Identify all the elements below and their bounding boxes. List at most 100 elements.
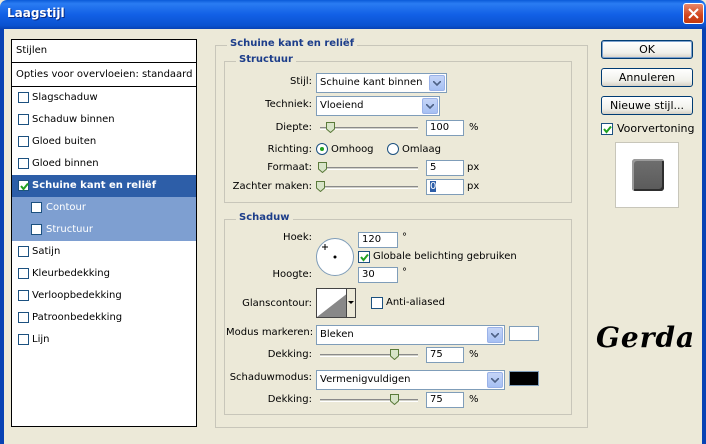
style-item-label: Gloed buiten <box>32 136 97 147</box>
richting-up-radio[interactable] <box>316 143 328 155</box>
style-item-11[interactable]: Lijn <box>12 329 196 351</box>
preview-label: Voorvertoning <box>617 122 695 135</box>
diepte-slider-thumb[interactable] <box>325 122 335 133</box>
chevron-down-icon <box>487 327 503 343</box>
hoek-input[interactable]: 120 <box>358 232 398 248</box>
style-item-checkbox[interactable] <box>18 114 29 125</box>
zachter-input[interactable]: 0 <box>426 179 464 195</box>
style-item-checkbox[interactable] <box>18 180 29 191</box>
window-frame-left <box>0 29 4 444</box>
stijl-label: Stijl: <box>290 76 312 87</box>
gerda-logo: Gerda <box>596 321 696 354</box>
dekking2-input[interactable]: 75 <box>426 392 464 408</box>
style-preview <box>615 142 679 208</box>
zachter-slider-thumb[interactable] <box>316 181 325 192</box>
style-list-header-stijlen[interactable]: Stijlen <box>12 40 196 62</box>
dekking1-input[interactable]: 75 <box>426 347 464 363</box>
techniek-select[interactable]: Vloeiend <box>316 96 440 116</box>
structure-group-title: Structuur <box>236 54 296 65</box>
zachter-slider-track[interactable] <box>320 186 418 189</box>
new-style-button[interactable]: Nieuwe stijl... <box>601 96 693 115</box>
ok-button[interactable]: OK <box>601 40 693 59</box>
dekking1-slider-track[interactable] <box>320 354 418 357</box>
title-bar: Laagstijl <box>0 0 706 29</box>
diepte-unit: % <box>469 122 479 133</box>
angle-dial-indicator <box>322 244 337 259</box>
style-list-blending-options[interactable]: Opties voor overvloeien: standaard <box>12 64 196 86</box>
diepte-label: Diepte: <box>275 122 312 133</box>
style-item-checkbox[interactable] <box>18 246 29 257</box>
style-item-9[interactable]: Verloopbedekking <box>12 285 196 307</box>
style-item-checkbox[interactable] <box>18 290 29 301</box>
style-item-checkbox[interactable] <box>18 334 29 345</box>
cancel-button[interactable]: Annuleren <box>601 68 693 87</box>
style-item-label: Schaduw binnen <box>32 114 115 125</box>
formaat-slider-thumb[interactable] <box>317 162 327 173</box>
style-item-3[interactable]: Gloed binnen <box>12 153 196 175</box>
shadow-color-swatch[interactable] <box>509 371 539 386</box>
style-item-checkbox[interactable] <box>18 92 29 103</box>
diepte-input[interactable]: 100 <box>426 120 464 136</box>
style-item-0[interactable]: Slagschaduw <box>12 87 196 109</box>
hoogte-input[interactable]: 30 <box>358 267 398 283</box>
anti-aliased-label: Anti-aliased <box>386 297 446 308</box>
schaduwmodus-label: Schaduwmodus: <box>229 372 312 383</box>
richting-down-label: Omlaag <box>402 144 441 155</box>
dekking1-unit: % <box>469 349 479 360</box>
highlight-mode-select[interactable]: Bleken <box>316 325 505 345</box>
dekking2-slider-track[interactable] <box>320 399 418 402</box>
window-title: Laagstijl <box>7 6 65 20</box>
style-item-label: Satijn <box>32 246 61 257</box>
techniek-label: Techniek: <box>265 99 312 110</box>
style-item-checkbox[interactable] <box>31 202 42 213</box>
style-item-checkbox[interactable] <box>18 136 29 147</box>
style-item-checkbox[interactable] <box>31 224 42 235</box>
angle-dial[interactable] <box>316 238 354 276</box>
style-item-label: Kleurbedekking <box>32 268 110 279</box>
style-list: Stijlen Opties voor overvloeien: standaa… <box>11 39 197 427</box>
style-item-2[interactable]: Gloed buiten <box>12 131 196 153</box>
formaat-slider-track[interactable] <box>320 167 418 170</box>
dekking2-label: Dekking: <box>267 394 312 405</box>
style-item-4[interactable]: Schuine kant en reliëf <box>12 175 196 197</box>
style-item-checkbox[interactable] <box>18 268 29 279</box>
hoek-unit: ° <box>402 232 407 243</box>
glanscontour-label: Glanscontour: <box>242 298 312 309</box>
style-item-label: Structuur <box>46 224 93 235</box>
stijl-select[interactable]: Schuine kant binnen <box>316 73 447 93</box>
formaat-input[interactable]: 5 <box>426 160 464 176</box>
hoogte-label: Hoogte: <box>272 269 312 280</box>
anti-aliased-checkbox[interactable] <box>371 297 383 309</box>
style-item-8[interactable]: Kleurbedekking <box>12 263 196 285</box>
check-icon <box>603 125 612 134</box>
style-item-6[interactable]: Structuur <box>12 219 196 241</box>
global-light-label: Globale belichting gebruiken <box>373 251 517 262</box>
modus-markeren-label: Modus markeren: <box>226 327 314 338</box>
gloss-contour-dropdown[interactable] <box>346 288 356 318</box>
style-item-label: Gloed binnen <box>32 158 99 169</box>
chevron-down-icon <box>429 75 445 91</box>
dekking1-slider-thumb[interactable] <box>389 349 399 360</box>
zachter-label: Zachter maken: <box>232 181 312 192</box>
preview-swatch <box>632 159 664 191</box>
highlight-color-swatch[interactable] <box>509 326 539 341</box>
zachter-unit: px <box>467 181 480 192</box>
formaat-unit: px <box>467 162 480 173</box>
preview-checkbox[interactable] <box>601 123 613 135</box>
hoek-label: Hoek: <box>283 232 312 243</box>
global-light-checkbox[interactable] <box>358 251 370 263</box>
style-item-checkbox[interactable] <box>18 158 29 169</box>
style-item-label: Schuine kant en reliëf <box>32 180 157 191</box>
style-item-1[interactable]: Schaduw binnen <box>12 109 196 131</box>
style-item-7[interactable]: Satijn <box>12 241 196 263</box>
style-item-10[interactable]: Patroonbedekking <box>12 307 196 329</box>
divider <box>12 62 196 63</box>
dekking2-slider-thumb[interactable] <box>389 394 399 405</box>
style-item-checkbox[interactable] <box>18 312 29 323</box>
close-icon <box>688 8 699 19</box>
close-button[interactable] <box>683 3 704 24</box>
shadow-mode-select[interactable]: Vermenigvuldigen <box>316 370 505 390</box>
richting-down-radio[interactable] <box>387 143 399 155</box>
style-item-5[interactable]: Contour <box>12 197 196 219</box>
style-item-label: Patroonbedekking <box>32 312 123 323</box>
